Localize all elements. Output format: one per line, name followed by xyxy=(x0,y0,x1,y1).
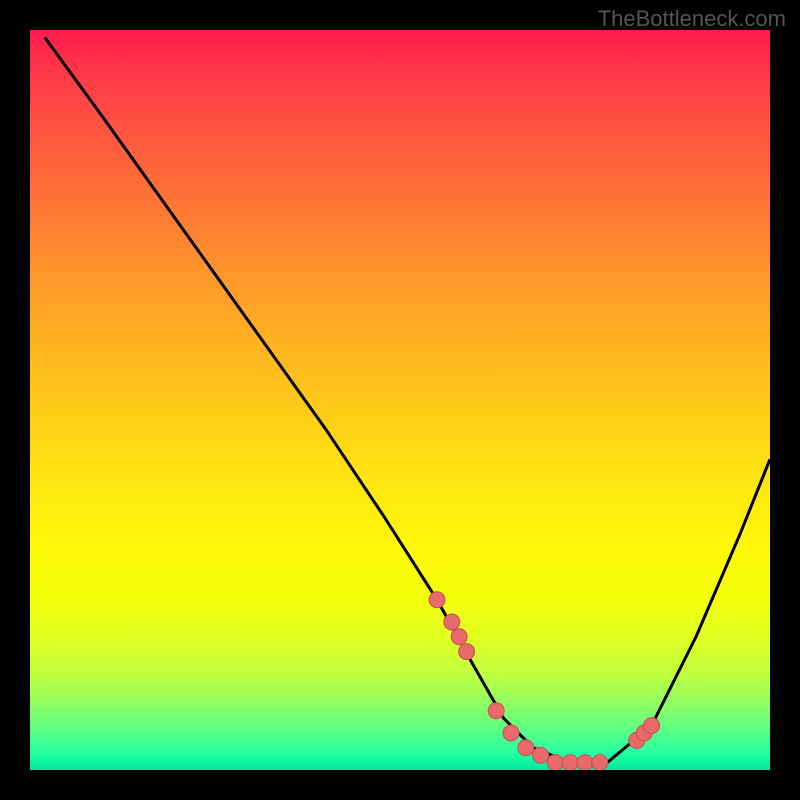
chart-svg xyxy=(30,30,770,770)
highlight-marker xyxy=(488,703,504,719)
highlight-marker xyxy=(429,592,445,608)
highlight-markers xyxy=(429,592,660,770)
highlight-marker xyxy=(592,755,608,770)
highlight-marker xyxy=(459,644,475,660)
highlight-marker xyxy=(562,755,578,770)
highlight-marker xyxy=(451,629,467,645)
watermark-text: TheBottleneck.com xyxy=(598,6,786,32)
highlight-marker xyxy=(547,755,563,770)
highlight-marker xyxy=(444,614,460,630)
highlight-marker xyxy=(577,755,593,770)
chart-plot-area xyxy=(30,30,770,770)
highlight-marker xyxy=(533,747,549,763)
highlight-marker xyxy=(644,718,660,734)
bottleneck-curve xyxy=(45,37,770,762)
highlight-marker xyxy=(518,740,534,756)
highlight-marker xyxy=(503,725,519,741)
